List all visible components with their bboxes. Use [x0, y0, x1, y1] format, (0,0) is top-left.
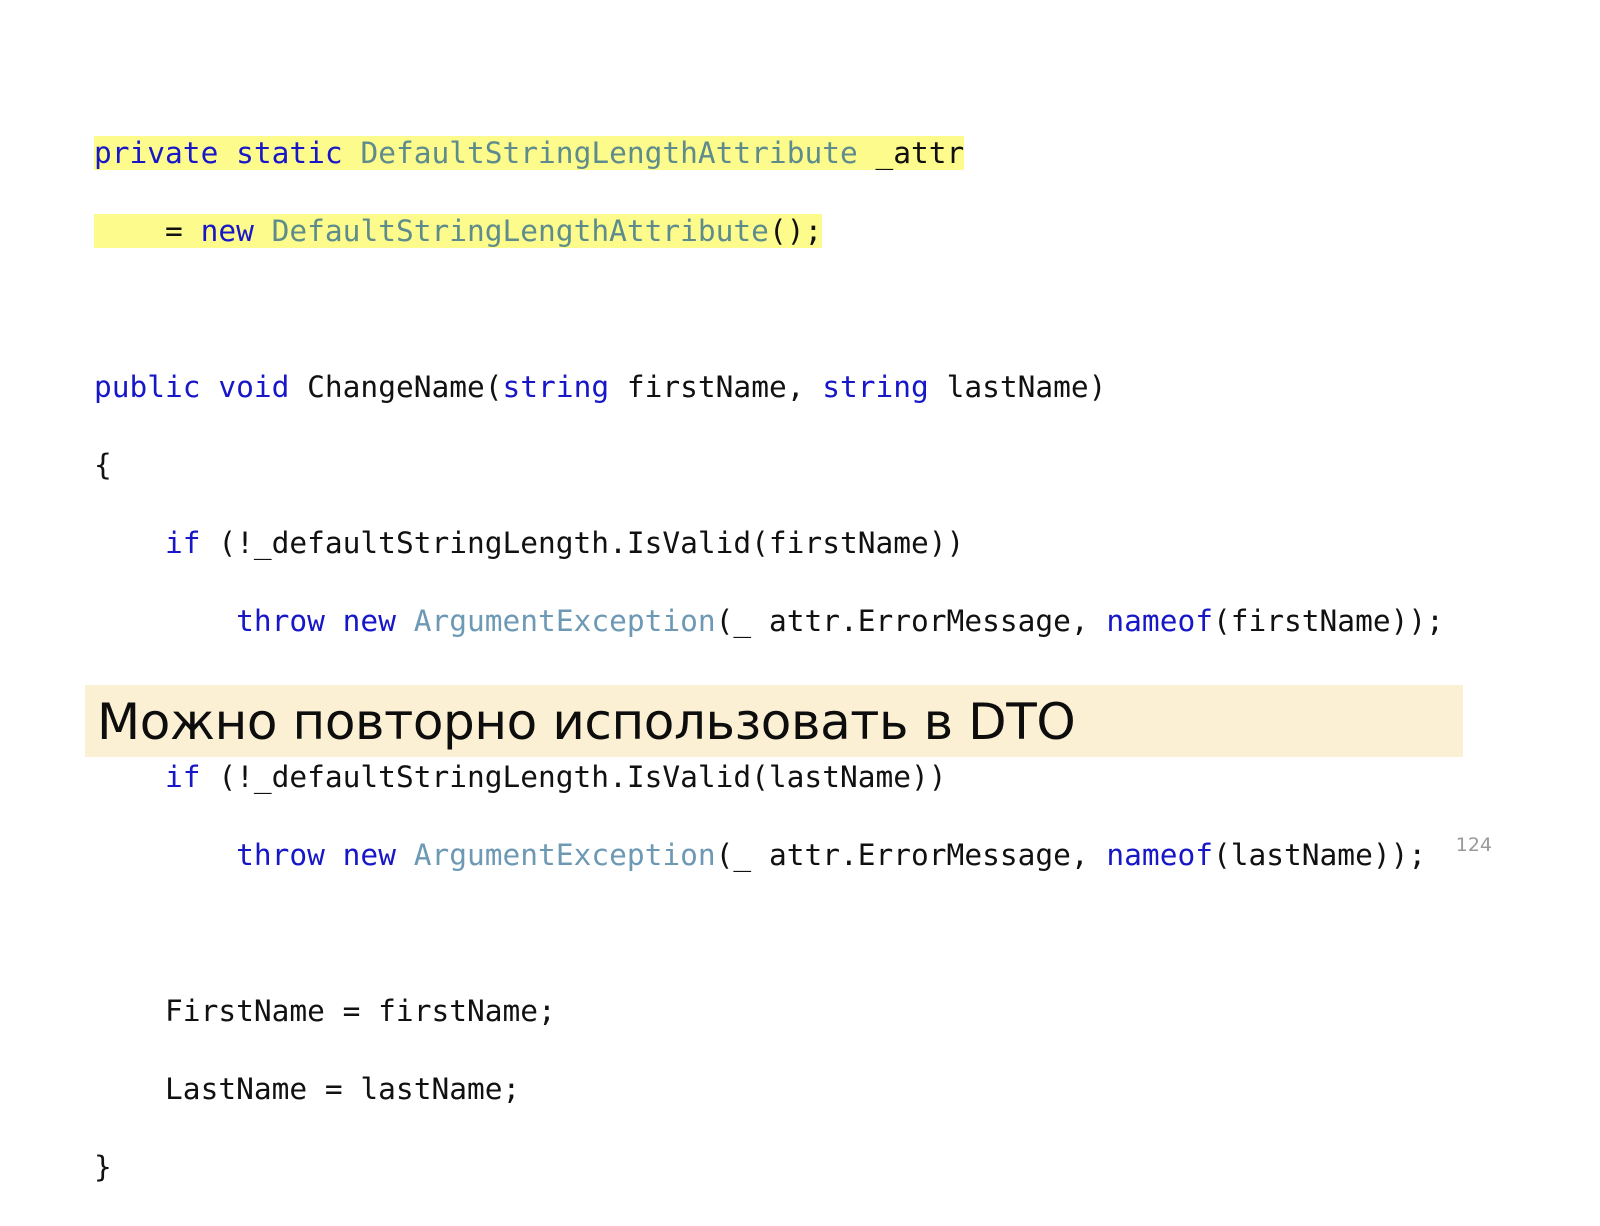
code-token: DefaultStringLengthAttribute — [271, 213, 769, 248]
code-token: ChangeName( — [289, 369, 503, 404]
code-line: throw new ArgumentException(_ attr.Error… — [94, 602, 1444, 641]
code-line: { — [94, 446, 1444, 485]
code-token: string — [822, 369, 929, 404]
code-line: public void ChangeName(string firstName,… — [94, 368, 1444, 407]
code-token: (_ attr.ErrorMessage, — [715, 603, 1107, 638]
code-token: (); — [768, 213, 823, 248]
code-token: FirstName = firstName; — [94, 993, 556, 1028]
page-number: 124 — [1455, 834, 1492, 856]
code-token: ArgumentException — [413, 603, 716, 638]
code-token: LastName = lastName; — [94, 1071, 521, 1106]
code-line: throw new ArgumentException(_ attr.Error… — [94, 836, 1444, 875]
code-token: firstName, — [609, 369, 823, 404]
code-token: (firstName)); — [1212, 603, 1444, 638]
code-line: private static DefaultStringLengthAttrib… — [94, 134, 1444, 173]
code-line: LastName = lastName; — [94, 1070, 1444, 1109]
code-highlight-run: private static DefaultStringLengthAttrib… — [94, 135, 965, 170]
code-token: new — [342, 603, 396, 638]
code-token: _attr — [857, 135, 965, 170]
code-line: = new DefaultStringLengthAttribute(); — [94, 212, 1444, 251]
code-token: nameof — [1106, 837, 1213, 872]
slide-canvas: private static DefaultStringLengthAttrib… — [0, 0, 1600, 1184]
code-token: nameof — [1106, 603, 1213, 638]
code-token: (lastName)); — [1212, 837, 1427, 872]
code-token: private — [94, 135, 219, 170]
code-line: FirstName = firstName; — [94, 992, 1444, 1031]
caption-text: Можно повторно использовать в DTO — [97, 693, 1076, 751]
code-token: ArgumentException — [413, 837, 716, 872]
code-token: public — [94, 369, 201, 404]
code-token: } — [94, 1149, 112, 1184]
code-token: (!_defaultStringLength.IsValid(lastName)… — [200, 759, 947, 794]
code-line: if (!_defaultStringLength.IsValid(firstN… — [94, 524, 1444, 563]
code-token: new — [342, 837, 396, 872]
code-token: (!_defaultStringLength.IsValid(firstName… — [200, 525, 965, 560]
code-token: (_ attr.ErrorMessage, — [715, 837, 1107, 872]
code-token: DefaultStringLengthAttribute — [360, 135, 858, 170]
code-line: if (!_defaultStringLength.IsValid(lastNa… — [94, 758, 1444, 797]
code-token: throw — [236, 837, 325, 872]
code-token: { — [94, 447, 112, 482]
code-token: = — [94, 213, 201, 248]
code-highlight-run: = new DefaultStringLengthAttribute(); — [94, 213, 823, 248]
code-token: static — [236, 135, 343, 170]
code-token: new — [200, 213, 254, 248]
code-token: lastName) — [928, 369, 1107, 404]
code-token: throw — [236, 603, 325, 638]
code-block: private static DefaultStringLengthAttrib… — [94, 134, 1444, 1226]
code-token: void — [218, 369, 290, 404]
code-token: if — [165, 525, 201, 560]
code-token: string — [502, 369, 610, 404]
code-line: } — [94, 1148, 1444, 1187]
code-token: if — [165, 759, 201, 794]
